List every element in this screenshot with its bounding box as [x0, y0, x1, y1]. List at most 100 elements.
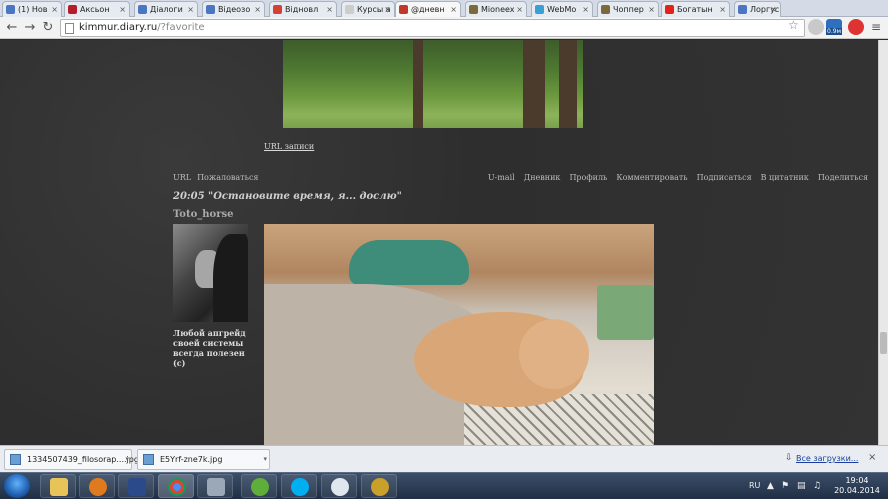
post-author[interactable]: Toto_horse	[173, 209, 233, 220]
media-player-taskbar-icon[interactable]	[79, 474, 115, 498]
calculator-taskbar-icon[interactable]	[197, 474, 233, 498]
browser-tab[interactable]: Курсы а ×	[341, 1, 395, 17]
tab-close-icon[interactable]: ×	[719, 2, 726, 17]
post-image-forest	[283, 40, 583, 128]
tab-label: Діалоги	[150, 5, 183, 14]
all-downloads-link[interactable]: Все загрузки...	[796, 454, 858, 463]
show-hidden-icons[interactable]: ▲	[767, 481, 774, 491]
game-taskbar-icon[interactable]	[361, 474, 397, 498]
quote-link[interactable]: В цитатник	[761, 173, 809, 182]
app-taskbar-icon[interactable]	[321, 474, 357, 498]
tab-close-icon[interactable]: ×	[770, 2, 777, 17]
page-content: URL записи URL Пожаловаться U-mail Дневни…	[0, 40, 878, 445]
tab-close-icon[interactable]: ×	[326, 2, 333, 17]
tab-close-icon[interactable]: ×	[516, 2, 523, 17]
vertical-scrollbar[interactable]	[878, 40, 888, 445]
tab-label: Чоппер	[613, 5, 644, 14]
explorer-taskbar-icon[interactable]	[40, 474, 76, 498]
share-link[interactable]: Поделиться	[818, 173, 868, 182]
browser-tab[interactable]: Аксьон ×	[64, 1, 130, 17]
downloads-bar: 1334507439_filosorap....jpg ▾ E5Yrf-zne7…	[0, 445, 888, 472]
network-icon[interactable]: ▤	[797, 481, 806, 491]
tab-favicon-icon	[273, 5, 282, 14]
tab-favicon-icon	[6, 5, 15, 14]
post-image-cat	[264, 224, 654, 445]
browser-tab[interactable]: WebMo ×	[531, 1, 593, 17]
browser-tab[interactable]: Діалоги ×	[134, 1, 198, 17]
browser-tab[interactable]: Богатын ×	[661, 1, 730, 17]
tab-close-icon[interactable]: ×	[450, 2, 457, 17]
badge-extension-icon[interactable]: 0.9м	[826, 19, 843, 35]
tab-label: Аксьон	[80, 5, 110, 14]
tab-close-icon[interactable]: ×	[119, 2, 126, 17]
close-icon[interactable]: ×	[868, 452, 876, 463]
browser-tab[interactable]: Відеозо ×	[202, 1, 265, 17]
flag-icon[interactable]: ⚑	[781, 481, 789, 491]
address-bar[interactable]: kimmur.diary.ru/?favorite	[60, 19, 805, 37]
page-icon	[65, 23, 74, 34]
chrome-taskbar-icon[interactable]	[158, 474, 194, 498]
back-button[interactable]: ←	[4, 20, 20, 36]
tab-close-icon[interactable]: ×	[51, 2, 58, 17]
start-button[interactable]	[4, 474, 30, 498]
tab-label: Богатын	[677, 5, 713, 14]
diary-link[interactable]: Дневник	[524, 173, 561, 182]
scrollbar-thumb[interactable]	[880, 332, 887, 354]
avatar[interactable]	[173, 224, 248, 322]
tab-close-icon[interactable]: ×	[648, 2, 655, 17]
extension-icon[interactable]	[808, 19, 824, 35]
system-tray: RU ▲ ⚑ ▤ ♫ 19:04 20.04.2014	[745, 473, 888, 499]
umail-link[interactable]: U-mail	[488, 173, 515, 182]
tab-close-icon[interactable]: ×	[384, 2, 391, 17]
download-item[interactable]: 1334507439_filosorap....jpg ▾	[4, 449, 139, 470]
taskbar: RU ▲ ⚑ ▤ ♫ 19:04 20.04.2014	[0, 472, 888, 499]
reload-button[interactable]: ↻	[40, 20, 56, 36]
forward-button[interactable]: →	[22, 20, 38, 36]
adblock-icon[interactable]	[848, 19, 864, 35]
skype-taskbar-icon[interactable]	[281, 474, 317, 498]
tab-label: Відновл	[285, 5, 319, 14]
browser-tab[interactable]: @дневн ×	[395, 1, 461, 18]
browser-tab[interactable]: Відновл ×	[269, 1, 337, 17]
url-link[interactable]: URL	[173, 173, 191, 182]
browser-tab[interactable]: (1) Нов ×	[2, 1, 62, 17]
app-taskbar-icon[interactable]	[118, 474, 154, 498]
clock-time: 19:04	[845, 476, 869, 485]
tab-favicon-icon	[206, 5, 215, 14]
chevron-down-icon[interactable]: ▾	[125, 450, 129, 469]
clock[interactable]: 19:04 20.04.2014	[830, 476, 884, 496]
report-link[interactable]: Пожаловаться	[197, 173, 258, 182]
tab-close-icon[interactable]: ×	[254, 2, 261, 17]
tab-favicon-icon	[665, 5, 674, 14]
tab-favicon-icon	[738, 5, 747, 14]
post-meta-left: URL Пожаловаться	[173, 173, 264, 182]
tab-close-icon[interactable]: ×	[582, 2, 589, 17]
bookmark-star-icon[interactable]: ☆	[788, 18, 799, 32]
browser-tab[interactable]: Чоппер ×	[597, 1, 659, 17]
window-controls[interactable]	[828, 0, 888, 17]
comment-link[interactable]: Комментировать	[616, 173, 687, 182]
chevron-down-icon[interactable]: ▾	[263, 450, 267, 469]
download-item[interactable]: E5Yrf-zne7k.jpg ▾	[137, 449, 270, 470]
volume-icon[interactable]: ♫	[813, 481, 821, 491]
subscribe-link[interactable]: Подписаться	[697, 173, 752, 182]
tab-close-icon[interactable]: ×	[187, 2, 194, 17]
profile-link[interactable]: Профиль	[569, 173, 607, 182]
post-title: 20:05 "Остановите время, я... дослю"	[173, 191, 402, 202]
post-actions: U-mail Дневник Профиль Комментировать По…	[488, 173, 868, 182]
browser-tab[interactable]: Лоргус ×	[734, 1, 781, 17]
image-file-icon	[143, 454, 154, 465]
clock-date: 20.04.2014	[834, 486, 880, 495]
browser-tab[interactable]: Mioneex ×	[465, 1, 527, 17]
url-host: kimmur.diary.ru	[79, 22, 158, 33]
download-filename: E5Yrf-zne7k.jpg	[160, 455, 223, 464]
extension-badge: 0.9м	[826, 28, 843, 35]
tab-favicon-icon	[345, 5, 354, 14]
language-indicator[interactable]: RU	[749, 481, 760, 490]
tab-label: WebMo	[547, 5, 577, 14]
post-url-link[interactable]: URL записи	[264, 142, 314, 151]
tab-favicon-icon	[138, 5, 147, 14]
tab-favicon-icon	[601, 5, 610, 14]
utorrent-taskbar-icon[interactable]	[241, 474, 277, 498]
menu-icon[interactable]: ≡	[868, 19, 884, 35]
